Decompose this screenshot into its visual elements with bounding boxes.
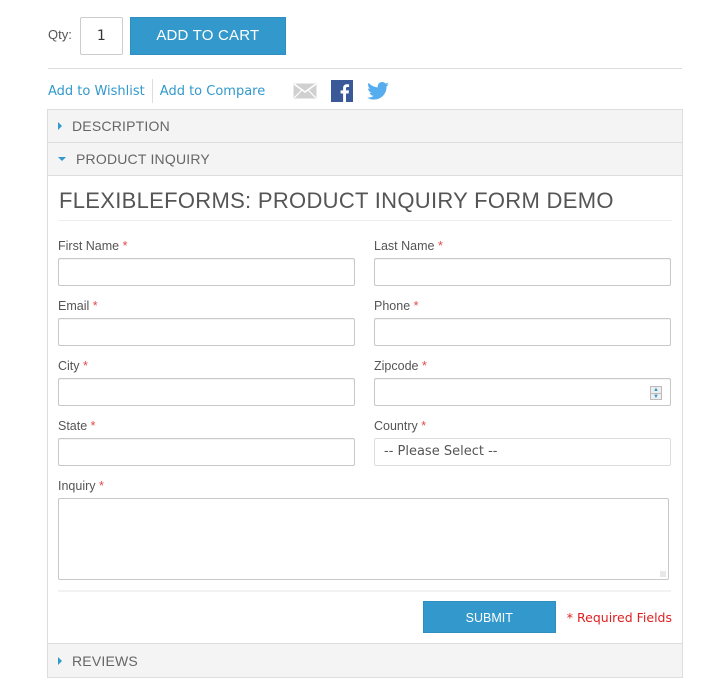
tab-label: PRODUCT INQUIRY xyxy=(76,151,210,167)
tab-reviews[interactable]: REVIEWS xyxy=(48,644,682,677)
field-label: Last Name * xyxy=(374,239,443,253)
first-name-input[interactable] xyxy=(58,258,355,286)
field-label: Phone * xyxy=(374,299,419,313)
state-input[interactable] xyxy=(58,438,355,466)
country-select[interactable]: -- Please Select -- xyxy=(374,438,671,466)
city-field: City * xyxy=(58,359,355,419)
facebook-icon[interactable] xyxy=(331,80,354,102)
last-name-input[interactable] xyxy=(374,258,671,286)
form-title: FLEXIBLEFORMS: PRODUCT INQUIRY FORM DEMO xyxy=(58,186,672,221)
link-separator xyxy=(151,79,153,103)
field-label: First Name * xyxy=(58,239,128,253)
state-field: State * xyxy=(58,419,355,479)
product-tabs-accordion: DESCRIPTION PRODUCT INQUIRY FLEXIBLEFORM… xyxy=(47,109,683,678)
divider xyxy=(58,590,671,592)
product-links: Add to Wishlist Add to Compare xyxy=(48,78,390,104)
divider xyxy=(48,68,682,69)
zipcode-input[interactable]: ▲ ▼ xyxy=(374,378,671,406)
submit-button[interactable]: SUBMIT xyxy=(422,601,556,633)
twitter-icon[interactable] xyxy=(367,82,390,100)
number-spinner[interactable]: ▲ ▼ xyxy=(650,386,662,400)
tab-label: DESCRIPTION xyxy=(72,118,170,134)
tab-product-inquiry[interactable]: PRODUCT INQUIRY xyxy=(48,143,682,176)
field-label: Country * xyxy=(374,419,427,433)
qty-input[interactable]: 1 xyxy=(79,17,123,55)
phone-field: Phone * xyxy=(374,299,671,359)
field-label: Email * xyxy=(58,299,98,313)
zipcode-field: Zipcode * ▲ ▼ xyxy=(374,359,671,419)
caret-right-icon xyxy=(58,656,62,665)
add-to-cart-button[interactable]: ADD TO CART xyxy=(129,17,286,55)
add-to-wishlist-link[interactable]: Add to Wishlist xyxy=(48,84,145,99)
email-icon[interactable] xyxy=(293,82,317,100)
first-name-field: First Name * xyxy=(58,239,355,299)
form-fields: First Name * Last Name * Email * Phone *… xyxy=(58,239,672,479)
inquiry-form: FLEXIBLEFORMS: PRODUCT INQUIRY FORM DEMO… xyxy=(48,176,682,644)
field-label: Zipcode * xyxy=(374,359,427,373)
email-input[interactable] xyxy=(58,318,355,346)
tab-description[interactable]: DESCRIPTION xyxy=(48,110,682,143)
spinner-up-icon[interactable]: ▲ xyxy=(651,387,661,394)
field-label: Inquiry * xyxy=(58,479,104,493)
caret-down-icon xyxy=(58,157,66,161)
field-label: City * xyxy=(58,359,88,373)
required-fields-note: * Required Fields xyxy=(566,609,672,625)
resize-grip-icon[interactable] xyxy=(660,571,666,577)
phone-input[interactable] xyxy=(374,318,671,346)
tab-label: REVIEWS xyxy=(72,652,138,669)
field-label: State * xyxy=(58,419,96,433)
add-to-compare-link[interactable]: Add to Compare xyxy=(160,84,265,99)
last-name-field: Last Name * xyxy=(374,239,671,299)
country-field: Country * -- Please Select -- xyxy=(374,419,671,479)
city-input[interactable] xyxy=(58,378,355,406)
spinner-down-icon[interactable]: ▼ xyxy=(651,394,661,400)
caret-right-icon xyxy=(58,122,62,130)
inquiry-textarea[interactable] xyxy=(58,498,669,580)
purchase-row: Qty: 1 ADD TO CART xyxy=(48,17,286,55)
qty-label: Qty: xyxy=(48,26,72,42)
share-icons xyxy=(293,80,390,102)
email-field: Email * xyxy=(58,299,355,359)
inquiry-field: Inquiry * xyxy=(58,479,672,580)
submit-row: SUBMIT * Required Fields xyxy=(58,601,672,633)
